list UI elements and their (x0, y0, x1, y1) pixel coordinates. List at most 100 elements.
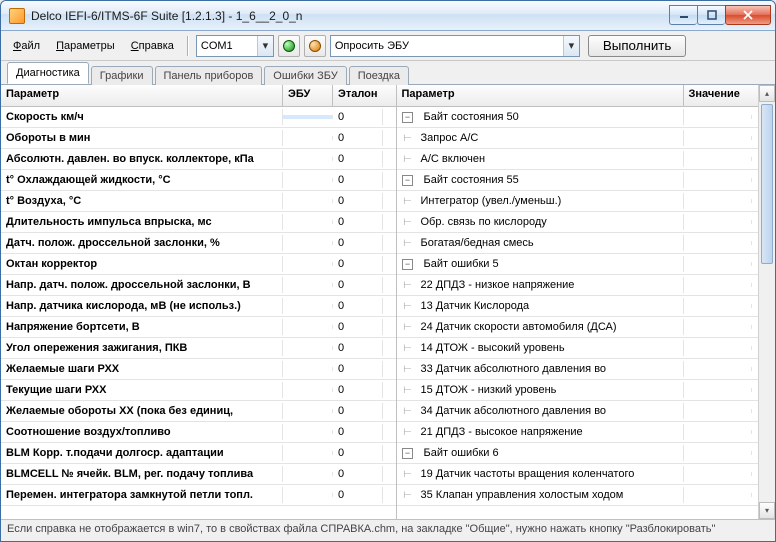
etalon-cell: 0 (333, 172, 383, 188)
col-ecu: ЭБУ (283, 85, 333, 106)
tree-branch-icon: ⊢ (397, 152, 419, 167)
value-cell (684, 493, 752, 497)
param-cell: Скорость км/ч (1, 109, 283, 125)
param-cell: Угол опережения зажигания, ПКВ (1, 340, 283, 356)
table-row[interactable]: t° Охлаждающей жидкости, °C0 (1, 170, 396, 191)
tree-row[interactable]: ⊢24 Датчик скорости автомобиля (ДСА) (397, 317, 759, 338)
etalon-cell: 0 (333, 340, 383, 356)
table-row[interactable]: Октан корректор0 (1, 254, 396, 275)
table-row[interactable]: Перемен. интегратора замкнутой петли топ… (1, 485, 396, 506)
tree-row[interactable]: ⊢34 Датчик абсолютного давления во (397, 401, 759, 422)
scroll-down-button[interactable]: ▾ (759, 502, 775, 519)
tree-branch-icon: ⊢ (397, 215, 419, 230)
tree-row[interactable]: ⊢15 ДТОЖ - низкий уровень (397, 380, 759, 401)
table-row[interactable]: BLMCELL № ячейк. BLM, рег. подачу топлив… (1, 464, 396, 485)
table-row[interactable]: Соотношение воздух/топливо0 (1, 422, 396, 443)
tree-row[interactable]: ⊢33 Датчик абсолютного давления во (397, 359, 759, 380)
tree-branch-icon: ⊢ (397, 404, 419, 419)
ecu-cell (283, 346, 333, 350)
tab-diagnostika[interactable]: Диагностика (7, 62, 89, 84)
ecu-cell (283, 325, 333, 329)
menu-file[interactable]: Файл (7, 37, 46, 55)
tree-branch-icon: ⊢ (397, 278, 419, 293)
tree-row[interactable]: ⊢22 ДПДЗ - низкое напряжение (397, 275, 759, 296)
table-row[interactable]: Обороты в мин0 (1, 128, 396, 149)
scrollbar-vertical[interactable]: ▴ ▾ (758, 85, 775, 519)
led-orange-button[interactable] (304, 35, 326, 57)
right-header: Параметр Значение (397, 85, 759, 107)
value-cell (684, 262, 752, 266)
param-cell: Длительность импульса впрыска, мс (1, 214, 283, 230)
led-green-button[interactable] (278, 35, 300, 57)
etalon-cell: 0 (333, 193, 383, 209)
right-grid-body[interactable]: −Байт состояния 50⊢Запрос A/C⊢A/C включе… (397, 107, 759, 519)
tree-collapse-icon: − (397, 110, 419, 125)
port-select[interactable]: COM1 ▾ (196, 35, 274, 57)
tree-row[interactable]: ⊢21 ДПДЗ - высокое напряжение (397, 422, 759, 443)
action-select[interactable]: Опросить ЭБУ ▾ (330, 35, 580, 57)
tree-branch-icon: ⊢ (397, 425, 419, 440)
ecu-cell (283, 409, 333, 413)
table-row[interactable]: Желаемые обороты ХХ (пока без единиц, 0 (1, 401, 396, 422)
tree-row[interactable]: ⊢Интегратор (увел./уменьш.) (397, 191, 759, 212)
tree-branch-icon: ⊢ (397, 299, 419, 314)
table-row[interactable]: Желаемые шаги РХХ0 (1, 359, 396, 380)
param-cell: BLMCELL № ячейк. BLM, рег. подачу топлив… (1, 466, 283, 482)
etalon-cell: 0 (333, 466, 383, 482)
tree-row[interactable]: −Байт ошибки 6 (397, 443, 759, 464)
tree-row[interactable]: −Байт состояния 50 (397, 107, 759, 128)
close-button[interactable] (725, 5, 771, 25)
tree-row[interactable]: ⊢A/C включен (397, 149, 759, 170)
menu-params[interactable]: Параметры (50, 37, 121, 55)
value-cell (684, 409, 752, 413)
ecu-cell (283, 388, 333, 392)
tree-row[interactable]: ⊢14 ДТОЖ - высокий уровень (397, 338, 759, 359)
table-row[interactable]: Напр. датч. полож. дроссельной заслонки,… (1, 275, 396, 296)
app-window: Delco IEFI-6/ITMS-6F Suite [1.2.1.3] - 1… (0, 0, 776, 542)
tab-panel[interactable]: Панель приборов (155, 66, 263, 85)
table-row[interactable]: Угол опережения зажигания, ПКВ 0 (1, 338, 396, 359)
tree-row[interactable]: ⊢Обр. связь по кислороду (397, 212, 759, 233)
param-cell: Текущие шаги РХХ (1, 382, 283, 398)
param-cell: Желаемые обороты ХХ (пока без единиц, (1, 403, 283, 419)
param-cell: Напр. датч. полож. дроссельной заслонки,… (1, 277, 283, 293)
table-row[interactable]: BLM Корр. т.подачи долгоср. адаптации0 (1, 443, 396, 464)
table-row[interactable]: t° Воздуха, °C0 (1, 191, 396, 212)
scroll-track[interactable] (759, 102, 775, 502)
value-cell (684, 115, 752, 119)
etalon-cell: 0 (333, 403, 383, 419)
table-row[interactable]: Длительность импульса впрыска, мс0 (1, 212, 396, 233)
tree-branch-icon: ⊢ (397, 341, 419, 356)
ecu-cell (283, 199, 333, 203)
table-row[interactable]: Абсолютн. давлен. во впуск. коллекторе, … (1, 149, 396, 170)
tree-row[interactable]: −Байт ошибки 5 (397, 254, 759, 275)
tab-poezdka[interactable]: Поездка (349, 66, 409, 85)
col-etalon: Эталон (333, 85, 383, 106)
tree-row[interactable]: ⊢Запрос A/C (397, 128, 759, 149)
left-grid-body[interactable]: Скорость км/ч0Обороты в мин0Абсолютн. да… (1, 107, 396, 519)
table-row[interactable]: Датч. полож. дроссельной заслонки, %0 (1, 233, 396, 254)
param-cell: 22 ДПДЗ - низкое напряжение (419, 277, 684, 293)
maximize-button[interactable] (697, 5, 725, 25)
minimize-button[interactable] (669, 5, 697, 25)
tab-oshibki[interactable]: Ошибки ЗБУ (264, 66, 346, 85)
menu-help[interactable]: Справка (125, 37, 180, 55)
value-cell (684, 157, 752, 161)
chevron-down-icon: ▾ (257, 36, 273, 56)
tree-branch-icon: ⊢ (397, 383, 419, 398)
table-row[interactable]: Скорость км/ч0 (1, 107, 396, 128)
execute-button[interactable]: Выполнить (588, 35, 686, 57)
tree-row[interactable]: ⊢19 Датчик частоты вращения коленчатого (397, 464, 759, 485)
table-row[interactable]: Текущие шаги РХХ0 (1, 380, 396, 401)
scroll-up-button[interactable]: ▴ (759, 85, 775, 102)
tree-row[interactable]: ⊢Богатая/бедная смесь (397, 233, 759, 254)
tree-row[interactable]: −Байт состояния 55 (397, 170, 759, 191)
tab-grafiki[interactable]: Графики (91, 66, 153, 85)
tree-row[interactable]: ⊢13 Датчик Кислорода (397, 296, 759, 317)
table-row[interactable]: Напряжение бортсети, В0 (1, 317, 396, 338)
tree-row[interactable]: ⊢35 Клапан управления холостым ходом (397, 485, 759, 506)
table-row[interactable]: Напр. датчика кислорода, мВ (не использ.… (1, 296, 396, 317)
scroll-thumb[interactable] (761, 104, 773, 264)
param-cell: Перемен. интегратора замкнутой петли топ… (1, 487, 283, 503)
etalon-cell: 0 (333, 424, 383, 440)
